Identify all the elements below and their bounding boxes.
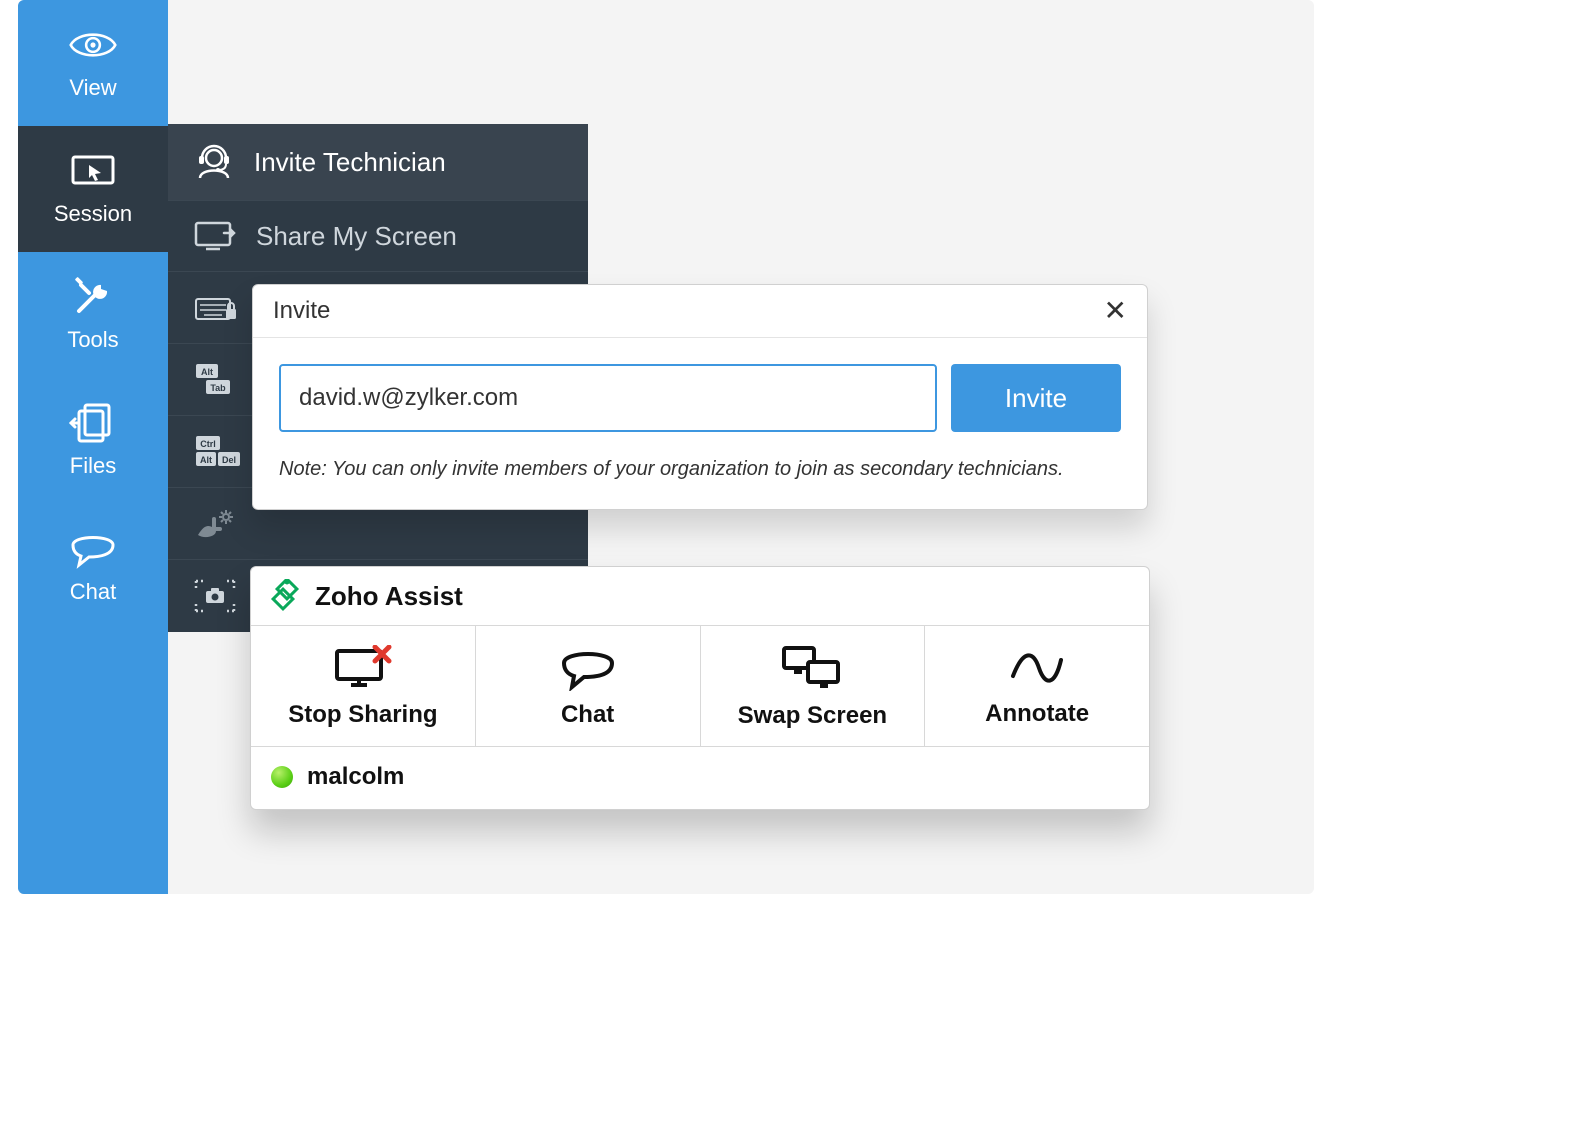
files-icon bbox=[69, 403, 117, 443]
headset-person-icon bbox=[194, 142, 234, 182]
svg-text:Alt: Alt bbox=[201, 367, 213, 377]
modal-header: Invite ✕ bbox=[253, 285, 1147, 338]
assist-action-label: Stop Sharing bbox=[288, 701, 437, 729]
invite-email-input[interactable] bbox=[279, 364, 937, 432]
sidebar-item-label: Files bbox=[70, 453, 116, 479]
zoho-assist-logo-icon bbox=[269, 579, 303, 613]
sidebar-item-label: Chat bbox=[70, 579, 116, 605]
sidebar-item-label: Tools bbox=[67, 327, 118, 353]
assist-brand-title: Zoho Assist bbox=[315, 581, 463, 612]
submenu-invite-technician[interactable]: Invite Technician bbox=[168, 124, 588, 201]
keyboard-lock-icon bbox=[194, 293, 238, 323]
sidebar: View Session Tools bbox=[18, 0, 168, 894]
submenu-item-label: Share My Screen bbox=[256, 221, 457, 252]
svg-text:Del: Del bbox=[222, 455, 236, 465]
invite-modal: Invite ✕ Invite Note: You can only invit… bbox=[252, 284, 1148, 510]
svg-text:Tab: Tab bbox=[210, 383, 226, 393]
eye-icon bbox=[69, 25, 117, 65]
modal-note: Note: You can only invite members of you… bbox=[279, 458, 1121, 481]
modal-body: Invite Note: You can only invite members… bbox=[253, 338, 1147, 509]
ctrl-alt-del-icon: Ctrl Alt Del bbox=[194, 434, 248, 470]
presence-name: malcolm bbox=[307, 763, 404, 791]
assist-action-label: Swap Screen bbox=[738, 702, 887, 730]
tools-icon bbox=[69, 277, 117, 317]
chat-icon bbox=[560, 645, 616, 691]
submenu-item-label: Invite Technician bbox=[254, 147, 446, 178]
screen-share-icon bbox=[194, 219, 236, 253]
sidebar-item-tools[interactable]: Tools bbox=[18, 252, 168, 378]
submenu-share-screen[interactable]: Share My Screen bbox=[168, 201, 588, 272]
monitor-cursor-icon bbox=[69, 151, 117, 191]
invite-button[interactable]: Invite bbox=[951, 364, 1121, 432]
sidebar-item-label: View bbox=[69, 75, 116, 101]
action-stop-sharing[interactable]: Stop Sharing bbox=[251, 626, 476, 746]
sidebar-item-session[interactable]: Session bbox=[18, 126, 168, 252]
sidebar-item-files[interactable]: Files bbox=[18, 378, 168, 504]
modal-title: Invite bbox=[273, 297, 330, 325]
action-swap-screen[interactable]: Swap Screen bbox=[701, 626, 926, 746]
action-annotate[interactable]: Annotate bbox=[925, 626, 1149, 746]
annotate-wave-icon bbox=[1009, 646, 1065, 690]
svg-text:Alt: Alt bbox=[200, 455, 212, 465]
sidebar-item-label: Session bbox=[54, 201, 132, 227]
hand-gear-icon bbox=[194, 507, 236, 541]
assist-panel: Zoho Assist Stop Sharing bbox=[250, 566, 1150, 810]
camera-capture-icon bbox=[194, 579, 236, 613]
assist-actions: Stop Sharing Chat Swap Screen bbox=[251, 626, 1149, 747]
close-icon[interactable]: ✕ bbox=[1104, 297, 1127, 325]
alt-tab-icon: Alt Tab bbox=[194, 362, 242, 398]
chat-bubble-icon bbox=[69, 529, 117, 569]
svg-text:Ctrl: Ctrl bbox=[200, 439, 216, 449]
assist-header: Zoho Assist bbox=[251, 567, 1149, 626]
assist-action-label: Chat bbox=[561, 701, 614, 729]
swap-screen-icon bbox=[780, 644, 844, 692]
action-chat[interactable]: Chat bbox=[476, 626, 701, 746]
assist-presence-row: malcolm bbox=[251, 747, 1149, 809]
assist-action-label: Annotate bbox=[985, 700, 1089, 728]
sidebar-item-view[interactable]: View bbox=[18, 0, 168, 126]
stop-sharing-icon bbox=[331, 645, 395, 691]
presence-online-icon bbox=[271, 766, 293, 788]
sidebar-item-chat[interactable]: Chat bbox=[18, 504, 168, 630]
